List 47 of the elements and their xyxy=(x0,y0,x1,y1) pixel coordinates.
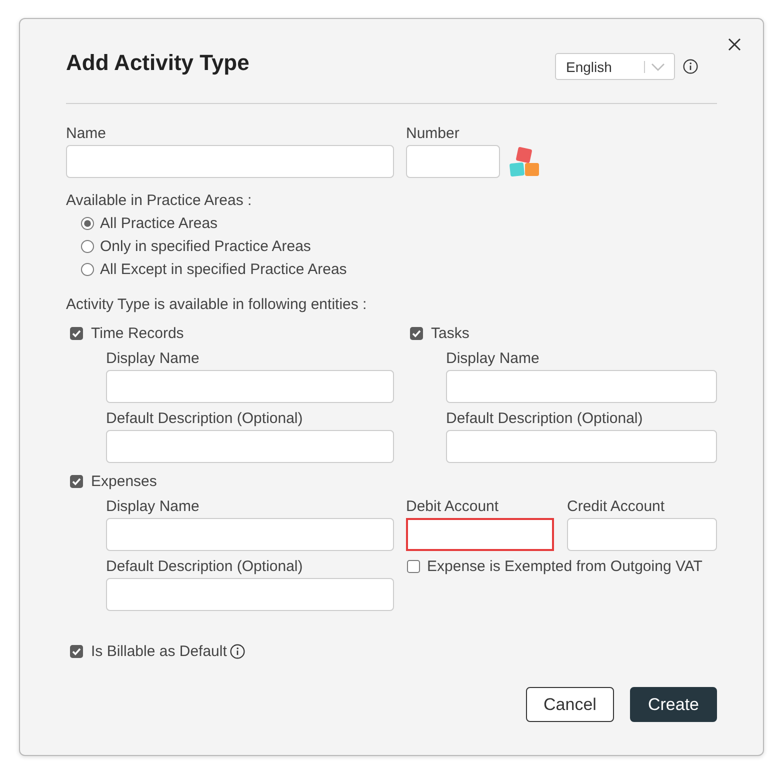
field-label: Display Name xyxy=(106,349,200,369)
close-icon xyxy=(728,38,741,51)
info-icon[interactable] xyxy=(683,59,698,74)
radio-label[interactable]: All Practice Areas xyxy=(100,212,218,235)
radio-button[interactable] xyxy=(81,217,94,230)
text-input[interactable] xyxy=(66,145,394,178)
field-label: Default Description (Optional) xyxy=(106,557,304,577)
text-input[interactable] xyxy=(567,518,717,551)
info-icon[interactable] xyxy=(230,644,245,659)
cancel-button[interactable]: Cancel xyxy=(526,687,614,722)
language-select[interactable]: English xyxy=(555,53,675,80)
text-input[interactable] xyxy=(446,430,717,463)
field-label: Default Description (Optional) xyxy=(106,409,304,429)
text-input[interactable] xyxy=(106,578,394,611)
field-label: Name xyxy=(66,124,108,144)
text-input[interactable] xyxy=(106,430,394,463)
field-label: Debit Account xyxy=(406,497,500,517)
section-label: Available in Practice Areas : xyxy=(66,191,253,211)
create-button[interactable]: Create xyxy=(630,687,717,722)
text-input[interactable] xyxy=(406,145,500,178)
field-label: Default Description (Optional) xyxy=(446,409,644,429)
radio-label[interactable]: All Except in specified Practice Areas xyxy=(100,258,347,281)
text-input[interactable] xyxy=(106,370,394,403)
radio-button[interactable] xyxy=(81,263,94,276)
toy-blocks-icon[interactable] xyxy=(509,146,540,177)
chevron-down-icon xyxy=(651,62,665,70)
text-input[interactable] xyxy=(406,518,554,551)
radio-button[interactable] xyxy=(81,240,94,253)
checkbox[interactable] xyxy=(70,645,83,658)
checkbox[interactable] xyxy=(407,560,420,573)
radio-label[interactable]: Only in specified Practice Areas xyxy=(100,235,311,258)
section-label: Activity Type is available in following entities : xyxy=(66,295,368,315)
checkbox[interactable] xyxy=(410,327,423,340)
checkbox[interactable] xyxy=(70,475,83,488)
field-label: Credit Account xyxy=(567,497,666,517)
checkbox-label[interactable]: Expense is Exempted from Outgoing VAT xyxy=(427,555,702,578)
text-input[interactable] xyxy=(106,518,394,551)
checkbox-label[interactable]: Time Records xyxy=(91,322,184,345)
checkbox-label[interactable]: Is Billable as Default xyxy=(91,640,227,663)
dialog-title: Add Activity Type xyxy=(66,49,250,77)
checkbox-label[interactable]: Expenses xyxy=(91,470,157,493)
field-label: Number xyxy=(406,124,460,144)
field-label: Display Name xyxy=(106,497,200,517)
field-label: Display Name xyxy=(446,349,540,369)
text-input[interactable] xyxy=(446,370,717,403)
checkbox[interactable] xyxy=(70,327,83,340)
checkbox-label[interactable]: Tasks xyxy=(431,322,470,345)
